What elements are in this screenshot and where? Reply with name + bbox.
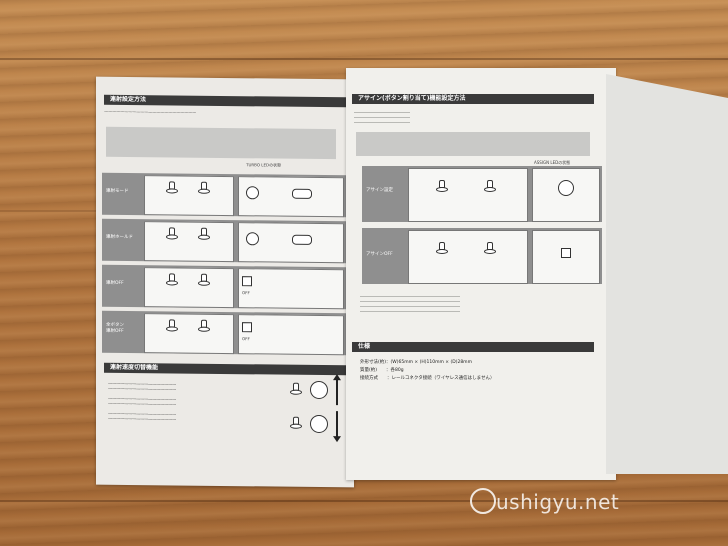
instruction-box — [144, 175, 234, 217]
instruction-box — [408, 230, 528, 284]
section-title-turbo-setup: 連射設定方法 — [104, 94, 346, 108]
manual-right-page: アサイン(ボタン割り当て)機能設定方法 ―――――――――――――― ――――――… — [346, 68, 616, 480]
assign-intro-text: ―――――――――――――― ―――――――――――――― ――――――――――――… — [354, 110, 410, 125]
instruction-box — [408, 168, 528, 222]
arrow-down-icon — [336, 411, 338, 438]
row-label-assign: アサイン設定 — [366, 188, 393, 193]
joystick-icon — [200, 274, 206, 284]
manual-left-page: 連射設定方法 ——————————————————————— TURBO LED… — [96, 76, 354, 488]
row-label-turbo-off: 連射OFF — [106, 280, 124, 286]
manual-back-page — [606, 74, 728, 474]
assign-notes: ――――――――――――――――――――――――― ―――――――――――――――… — [360, 294, 460, 314]
joystick-icon — [168, 227, 174, 237]
led-off-label: OFF — [242, 336, 250, 342]
intro-text: ——————————————————————— — [104, 108, 196, 115]
speed-description: ――――――――――――――――― ――――――――――――――――― ――――――… — [108, 380, 176, 422]
stick-down-icon — [310, 414, 328, 434]
led-state-box — [238, 314, 344, 356]
joystick-icon — [292, 383, 298, 393]
turbo-led-icon — [246, 232, 259, 246]
joystick-icon — [436, 180, 448, 192]
arrow-up-icon — [336, 379, 338, 406]
instruction-box — [144, 221, 234, 263]
watermark-logo-icon — [470, 488, 496, 514]
joystick-icon — [436, 242, 448, 254]
row-label-turbo-hold: 連射ホールド — [106, 234, 133, 241]
turbo-led-icon — [292, 234, 312, 245]
spec-line-weight: 質量(約) ：各80g — [360, 368, 404, 373]
section-title-turbo-speed: 連射速度切替機能 — [104, 362, 346, 376]
led-off-icon — [561, 248, 571, 258]
led-off-label: OFF — [242, 290, 250, 296]
led-state-box — [238, 268, 344, 310]
led-off-icon — [242, 322, 252, 333]
joystick-icon — [200, 182, 206, 192]
controller-legend-box — [106, 126, 336, 160]
led-off-icon — [242, 276, 252, 287]
section-title-spec: 仕様 — [352, 342, 594, 352]
joystick-icon — [168, 319, 174, 329]
assign-legend-box — [356, 132, 590, 156]
assign-led-heading: ASSIGN LEDの状態 — [534, 160, 571, 165]
row-label-turbo-mode: 連射モード — [106, 188, 129, 194]
joystick-icon — [168, 181, 174, 191]
stick-up-icon — [310, 380, 328, 400]
row-label-assign-off: アサインOFF — [366, 252, 393, 257]
joystick-icon — [484, 180, 496, 192]
joystick-icon — [484, 242, 496, 254]
section-title-assign: アサイン(ボタン割り当て)機能設定方法 — [352, 94, 594, 104]
row-label-all-turbo-off: 全ボタン 連射OFF — [106, 322, 124, 334]
instruction-box — [144, 267, 234, 309]
joystick-icon — [292, 417, 298, 427]
joystick-icon — [168, 273, 174, 283]
turbo-led-heading: TURBO LEDの状態 — [246, 162, 282, 168]
spec-line-dimensions: 外形寸法(約)：(W)65mm × (H)110mm × (D)28mm — [360, 360, 472, 365]
instruction-box — [144, 313, 234, 355]
assign-led-icon — [558, 180, 574, 196]
joystick-icon — [200, 320, 206, 330]
turbo-led-icon — [246, 186, 259, 200]
joystick-icon — [200, 228, 206, 238]
spec-line-connection: 接続方式 ：レールコネクタ接続（ワイヤレス通信はしません） — [360, 376, 495, 381]
turbo-led-icon — [292, 188, 312, 199]
watermark-text: ushigyu.net — [496, 490, 620, 514]
